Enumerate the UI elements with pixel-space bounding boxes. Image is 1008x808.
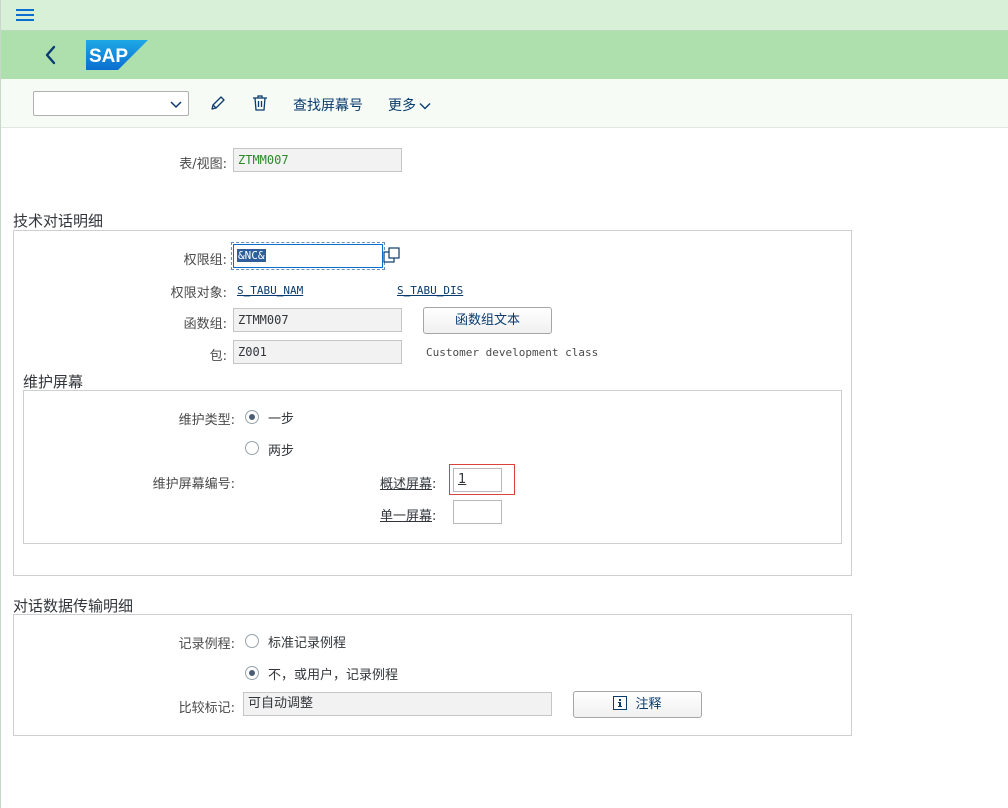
shell-header: SAP	[1, 31, 1008, 79]
standard-routine-label: 标准记录例程	[268, 636, 347, 651]
function-group-text-button[interactable]: 函数组文本	[423, 307, 552, 334]
trash-icon[interactable]	[250, 93, 270, 113]
more-label: 更多	[388, 98, 416, 114]
no-user-routine-radio[interactable]	[245, 666, 259, 680]
toolbar: 查找屏幕号 更多	[1, 79, 1008, 128]
chevron-down-icon	[170, 101, 182, 109]
svg-text:SAP: SAP	[89, 46, 128, 67]
no-user-routine-label: 不，或用户，记录例程	[268, 668, 399, 683]
sap-logo: SAP	[86, 40, 148, 70]
package-field: Z001	[233, 340, 402, 364]
auth-group-value: &NC&	[237, 249, 266, 262]
standard-routine-radio[interactable]	[245, 634, 259, 648]
transport-group	[13, 614, 852, 736]
table-view-field: ZTMM007	[233, 148, 402, 172]
overview-screen-text: 概述屏幕	[380, 477, 433, 492]
single-screen-input[interactable]	[453, 500, 502, 524]
record-routine-label: 记录例程:	[178, 637, 235, 652]
more-menu-button[interactable]: 更多	[388, 95, 432, 115]
screen-number-label: 维护屏幕编号:	[152, 477, 235, 492]
two-step-label: 两步	[268, 444, 295, 459]
auth-group-label: 权限组:	[183, 253, 227, 268]
auth-object-link-1[interactable]: S_TABU_NAM	[237, 284, 303, 297]
colon: :	[432, 509, 437, 524]
back-icon[interactable]	[39, 42, 63, 68]
pencil-icon[interactable]	[208, 93, 228, 113]
compare-flag-label: 比较标记:	[178, 701, 235, 716]
auth-object-link-2[interactable]: S_TABU_DIS	[397, 284, 463, 297]
function-group-field: ZTMM007	[233, 308, 402, 332]
compare-flag-field: 可自动调整	[243, 692, 552, 716]
package-label: 包:	[209, 349, 227, 364]
hamburger-menu-icon[interactable]	[16, 8, 34, 22]
find-screen-number-button[interactable]: 查找屏幕号	[293, 95, 363, 115]
maintenance-screen-section-title: 维护屏幕	[23, 373, 84, 391]
transport-section-title: 对话数据传输明细	[13, 597, 134, 615]
single-screen-text: 单一屏幕	[380, 509, 433, 524]
auth-group-input[interactable]: &NC&	[233, 244, 383, 268]
note-button-label: 注释	[635, 697, 662, 712]
function-group-label: 函数组:	[183, 317, 227, 332]
package-description: Customer development class	[426, 346, 599, 359]
overview-screen-input[interactable]: 1	[453, 468, 502, 492]
note-button[interactable]: 注释	[573, 691, 702, 718]
two-step-radio[interactable]	[245, 441, 259, 455]
maintenance-type-label: 维护类型:	[178, 413, 235, 428]
toolbar-select[interactable]	[33, 91, 189, 116]
chevron-down-icon	[419, 103, 431, 110]
value-help-icon[interactable]	[383, 246, 401, 266]
menu-bar	[1, 0, 1008, 31]
auth-object-label: 权限对象:	[170, 286, 227, 301]
overview-screen-label[interactable]: 概述屏幕:	[380, 473, 436, 492]
overview-screen-value: 1	[458, 472, 467, 487]
table-view-label: 表/视图:	[179, 157, 227, 172]
info-icon	[613, 696, 628, 710]
colon: :	[432, 477, 437, 492]
tech-dialog-section-title: 技术对话明细	[13, 212, 104, 230]
one-step-radio[interactable]	[245, 410, 259, 424]
one-step-label: 一步	[268, 412, 295, 427]
single-screen-label[interactable]: 单一屏幕:	[380, 505, 436, 524]
